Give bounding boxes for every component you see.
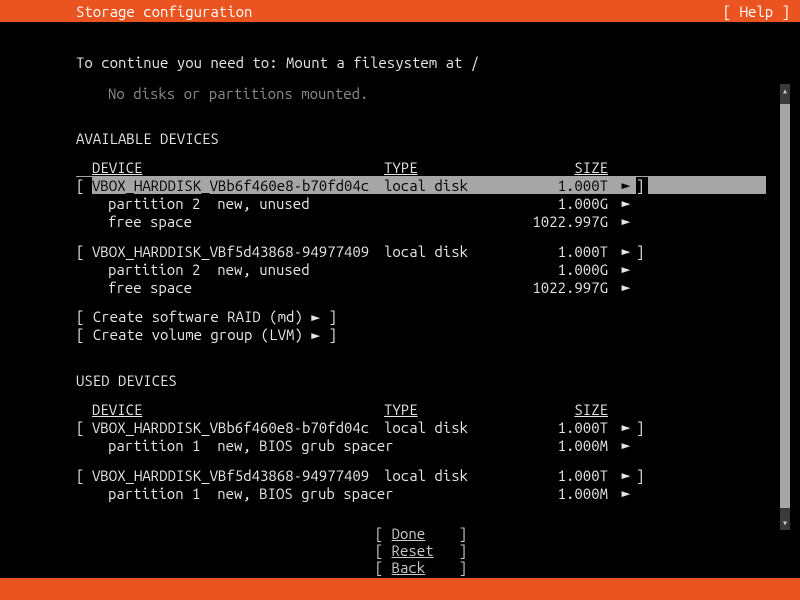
col-size: SIZE — [510, 159, 616, 176]
scroll-up-icon[interactable]: ▴ — [780, 86, 790, 96]
expand-icon[interactable]: ► — [616, 194, 636, 212]
done-button[interactable]: [ Done ] — [375, 525, 467, 542]
expand-icon[interactable]: ► — [616, 466, 636, 484]
used-header: DEVICE TYPE SIZE — [76, 401, 766, 418]
mounted-status: No disks or partitions mounted. — [76, 85, 766, 102]
available-section-title: AVAILABLE DEVICES — [76, 130, 766, 147]
device-size: 1.000T — [510, 177, 616, 194]
scrollbar[interactable]: ▴ ▾ — [780, 84, 790, 530]
device-name: partition 1 new, BIOS grub spacer — [92, 437, 384, 454]
device-row[interactable]: [VBOX_HARDDISK_VBb6f460e8-b70fd04clocal … — [76, 176, 766, 194]
expand-icon[interactable]: ► — [616, 484, 636, 502]
partition-row[interactable]: partition 2 new, unused 1.000G► — [76, 194, 766, 212]
device-name: VBOX_HARDDISK_VBf5d43868-94977409 — [92, 243, 384, 260]
expand-icon[interactable]: ► — [616, 260, 636, 278]
col-device: DEVICE — [92, 401, 384, 418]
device-name: VBOX_HARDDISK_VBb6f460e8-b70fd04c — [92, 177, 384, 194]
expand-icon[interactable]: ► — [616, 436, 636, 454]
bottom-bar — [0, 578, 800, 600]
instruction-text: To continue you need to: Mount a filesys… — [76, 54, 766, 71]
title-bar: Storage configuration [ Help ] — [0, 0, 800, 22]
partition-row[interactable]: free space 1022.997G► — [76, 278, 766, 296]
device-size: 1.000T — [510, 243, 616, 260]
col-device: DEVICE — [92, 159, 384, 176]
partition-row[interactable]: partition 1 new, BIOS grub spacer 1.000M► — [76, 484, 766, 502]
back-button[interactable]: [ Back ] — [375, 559, 467, 576]
reset-button[interactable]: [ Reset ] — [375, 542, 467, 559]
device-size: 1022.997G — [510, 279, 616, 296]
device-type: local disk — [384, 467, 510, 484]
device-name: partition 2 new, unused — [92, 195, 384, 212]
col-type: TYPE — [384, 159, 510, 176]
expand-icon[interactable]: ► — [616, 176, 636, 194]
button-bar: [ Done ] [ Reset ] [ Back ] — [76, 525, 766, 576]
device-name: VBOX_HARDDISK_VBf5d43868-94977409 — [92, 467, 384, 484]
scrollbar-thumb[interactable] — [780, 104, 790, 508]
partition-row[interactable]: partition 1 new, BIOS grub spacer 1.000M► — [76, 436, 766, 454]
device-size: 1.000G — [510, 195, 616, 212]
expand-icon[interactable]: ► — [616, 418, 636, 436]
expand-icon[interactable]: ► — [616, 212, 636, 230]
device-name: partition 1 new, BIOS grub spacer — [92, 485, 384, 502]
device-name: VBOX_HARDDISK_VBb6f460e8-b70fd04c — [92, 419, 384, 436]
device-name: free space — [92, 279, 384, 296]
device-name: partition 2 new, unused — [92, 261, 384, 278]
col-size: SIZE — [510, 401, 616, 418]
page-title: Storage configuration — [76, 3, 252, 20]
device-row[interactable]: [VBOX_HARDDISK_VBf5d43868-94977409local … — [76, 466, 766, 484]
device-type: local disk — [384, 177, 510, 194]
device-row[interactable]: [VBOX_HARDDISK_VBf5d43868-94977409local … — [76, 242, 766, 260]
col-type: TYPE — [384, 401, 510, 418]
expand-icon[interactable]: ► — [616, 278, 636, 296]
device-size: 1.000M — [510, 437, 616, 454]
used-section-title: USED DEVICES — [76, 372, 766, 389]
device-size: 1.000G — [510, 261, 616, 278]
create-action[interactable]: [ Create volume group (LVM) ► ] — [76, 326, 766, 344]
partition-row[interactable]: partition 2 new, unused 1.000G► — [76, 260, 766, 278]
device-name: free space — [92, 213, 384, 230]
device-size: 1.000T — [510, 467, 616, 484]
create-action[interactable]: [ Create software RAID (md) ► ] — [76, 308, 766, 326]
available-header: DEVICE TYPE SIZE — [76, 159, 766, 176]
scroll-down-icon[interactable]: ▾ — [780, 518, 790, 528]
device-row[interactable]: [VBOX_HARDDISK_VBb6f460e8-b70fd04clocal … — [76, 418, 766, 436]
expand-icon[interactable]: ► — [616, 242, 636, 260]
partition-row[interactable]: free space 1022.997G► — [76, 212, 766, 230]
device-size: 1.000T — [510, 419, 616, 436]
device-type: local disk — [384, 419, 510, 436]
device-size: 1.000M — [510, 485, 616, 502]
device-size: 1022.997G — [510, 213, 616, 230]
help-button[interactable]: [ Help ] — [723, 3, 790, 20]
device-type: local disk — [384, 243, 510, 260]
